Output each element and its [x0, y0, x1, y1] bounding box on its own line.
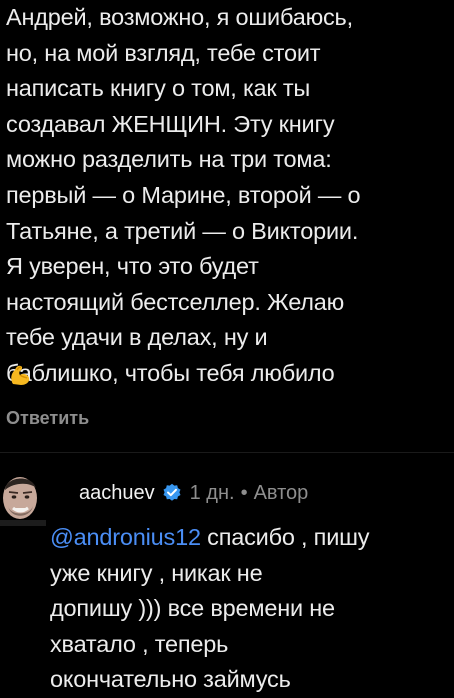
comment-line: создавал ЖЕНЩИН. Эту книгу — [6, 110, 335, 137]
reply-line: хватало , теперь — [50, 630, 229, 657]
comment-line: написать книгу о том, как ты — [6, 75, 311, 102]
comment-body: Андрей, возможно, я ошибаюсь, но, на мой… — [6, 0, 450, 392]
comment-line: Андрей, возможно, я ошибаюсь, — [6, 4, 353, 30]
author-label: Автор — [253, 482, 309, 504]
comment-line: первый — о Марине, второй — о — [6, 181, 361, 208]
reply-button[interactable]: Ответить — [6, 408, 89, 429]
meta-separator: • — [240, 482, 248, 504]
comment-line: Я уверен, что это будет — [6, 253, 259, 280]
reply-line: уже книгу , никак не — [50, 559, 263, 586]
reply-username[interactable]: aachuev — [79, 480, 155, 506]
thread-divider — [0, 452, 454, 453]
comment-line: но, на мой взгляд, тебе стоит — [6, 39, 321, 66]
reply-time: 1 дн. — [189, 482, 235, 504]
reply-line: допишу ))) все времени не — [50, 595, 335, 622]
reply-body: @andronius12 спасибо , пишу уже книгу , … — [50, 520, 450, 698]
comment-line: можно разделить на три тома: — [6, 146, 332, 173]
verified-badge-icon — [163, 483, 181, 501]
comment-line: баблишко, чтобы тебя любило — [6, 359, 335, 386]
reply-line-text: спасибо , пишу — [200, 524, 370, 550]
avatar-image — [0, 470, 46, 526]
mention-link[interactable]: @andronius12 — [50, 524, 201, 550]
reply-meta: aachuev 1 дн. • Автор — [79, 480, 308, 506]
comment-line: Татьяне, а третий — о Виктории. — [6, 217, 359, 244]
comment-line: тебе удачи в делах, ну и — [6, 324, 268, 351]
flexed-biceps-icon — [11, 365, 30, 385]
avatar[interactable] — [0, 470, 46, 526]
reply-line: @andronius12 спасибо , пишу — [50, 520, 450, 556]
comment-line: настоящий бестселлер. Желаю — [6, 288, 345, 315]
reply-line: окончательно займусь — [50, 666, 291, 693]
